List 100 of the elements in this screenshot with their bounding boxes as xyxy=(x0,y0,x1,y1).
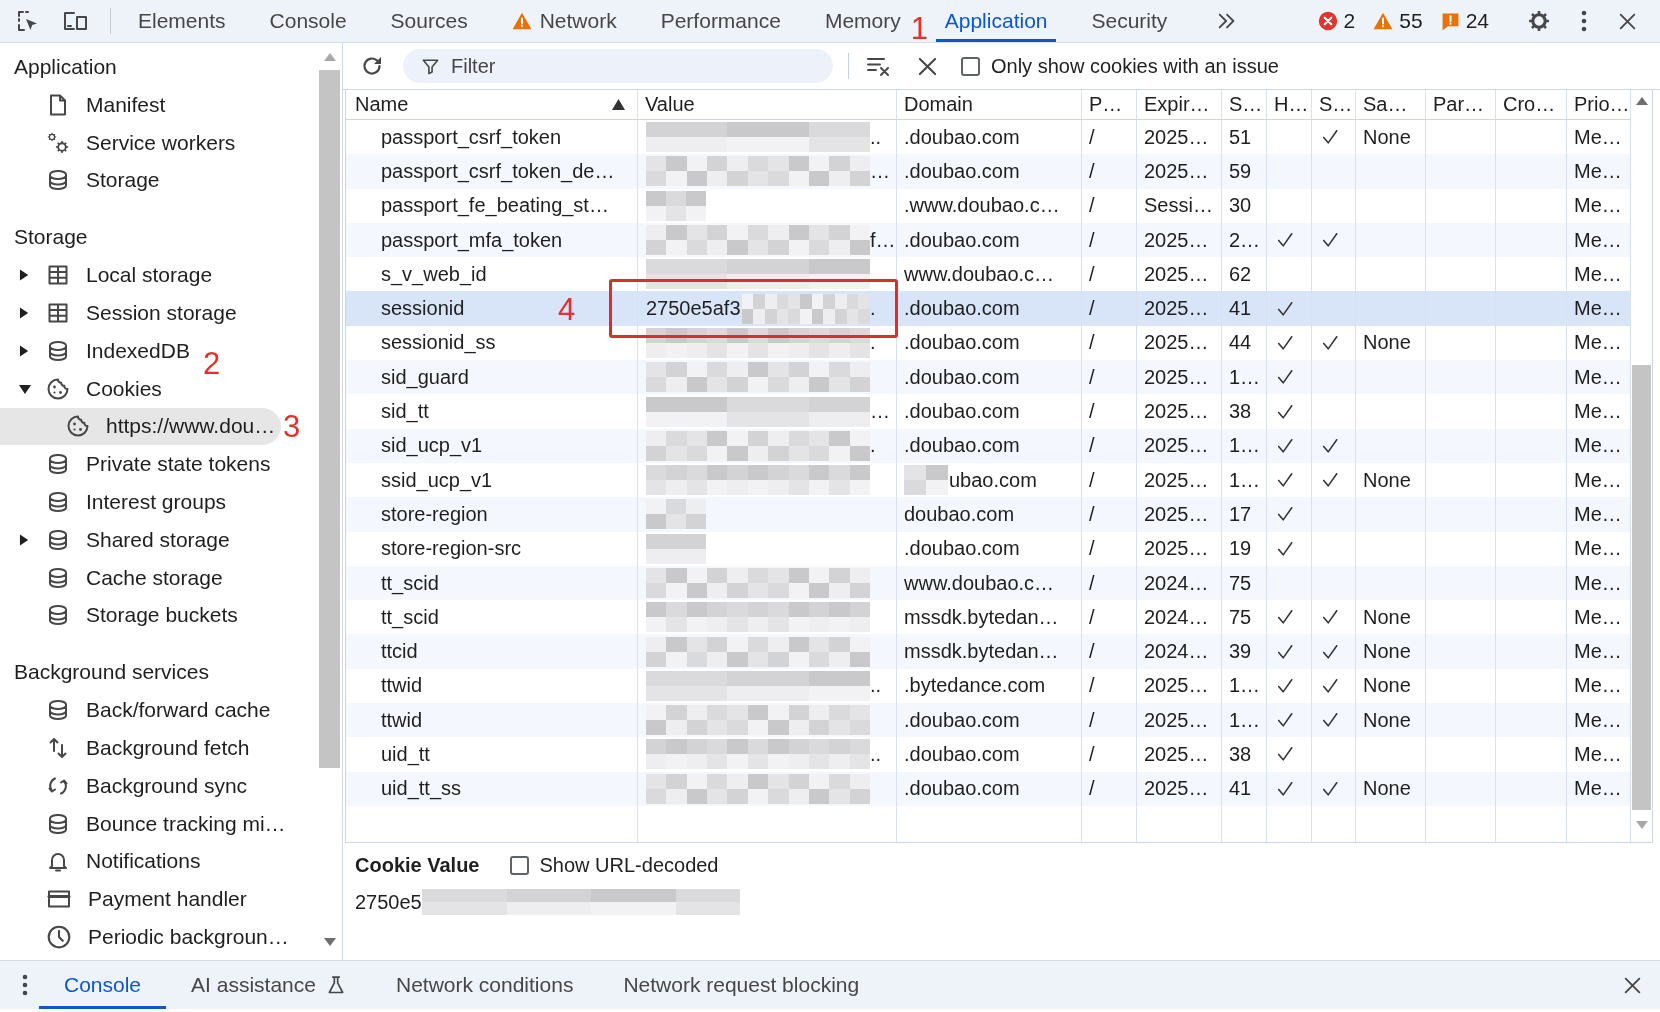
settings-icon[interactable] xyxy=(1527,9,1551,33)
table-cell: Me… xyxy=(1567,634,1631,669)
table-cell: ttwid xyxy=(381,708,423,732)
tree-item[interactable]: Payment handler xyxy=(0,880,253,919)
truncated-text: . xyxy=(870,297,877,321)
column-header[interactable]: Expir… xyxy=(1137,90,1222,119)
tree-item[interactable]: Cookies xyxy=(0,369,168,408)
drawer-tab[interactable]: Console xyxy=(39,961,167,1009)
panel-tab[interactable]: Security xyxy=(1082,0,1177,42)
tree-item[interactable]: Background sync xyxy=(0,766,254,805)
tree-item[interactable]: Interest groups xyxy=(0,483,233,521)
issue-counter[interactable]: 24 xyxy=(1440,9,1489,33)
tree-item[interactable]: Periodic backgroun… xyxy=(0,918,295,956)
issue-icon xyxy=(1440,11,1460,31)
table-cell: 19 xyxy=(1222,531,1267,566)
table-cell: 2025… xyxy=(1137,703,1222,738)
column-header[interactable]: S… xyxy=(1312,90,1356,119)
table-cell: store-region-src xyxy=(381,537,522,561)
caret-down-icon[interactable] xyxy=(19,382,31,395)
column-header[interactable]: Sa… xyxy=(1356,90,1426,119)
column-header[interactable]: Prio… xyxy=(1567,90,1631,119)
tree-item[interactable]: IndexedDB xyxy=(0,332,196,370)
table-cell: Me… xyxy=(1567,222,1631,258)
table-icon xyxy=(46,263,70,288)
table-cell: 2025… xyxy=(1137,531,1222,566)
more-icon[interactable] xyxy=(1581,10,1587,32)
table-cell: passport_csrf_token_de… xyxy=(381,159,615,183)
drawer-tab[interactable]: Network request blocking xyxy=(598,961,885,1009)
scrollbar-thumb[interactable] xyxy=(1632,365,1651,810)
checkbox-label[interactable]: Show URL-decoded xyxy=(539,853,719,877)
scroll-down-arrow-icon[interactable] xyxy=(323,938,336,946)
annotation-number: 1 xyxy=(910,13,928,44)
table-cell: Me… xyxy=(1567,360,1631,395)
close-icon[interactable] xyxy=(1624,976,1641,994)
tree-item[interactable]: Local storage xyxy=(0,256,219,295)
checkbox[interactable] xyxy=(961,56,980,76)
error-counter[interactable]: 2 xyxy=(1317,9,1356,33)
panel-tab[interactable]: Sources xyxy=(381,0,477,42)
database-icon xyxy=(46,603,70,628)
table-cell: passport_fe_beating_st… xyxy=(381,194,609,218)
table-cell: Me… xyxy=(1567,771,1631,806)
tree-item[interactable]: Storage xyxy=(0,161,166,200)
caret-right-icon[interactable] xyxy=(19,344,30,357)
column-header[interactable]: S… xyxy=(1222,90,1267,119)
truncated-text: … xyxy=(870,400,891,423)
table-cell: Me… xyxy=(1567,531,1631,566)
column-header[interactable]: Domain xyxy=(897,90,1082,119)
drawer-tab[interactable]: AI assistance xyxy=(166,961,371,1009)
table-cell: ttwid xyxy=(381,674,423,698)
close-icon[interactable] xyxy=(918,56,937,76)
table-cell: 2025… xyxy=(1137,737,1222,772)
warning-counter[interactable]: 55 xyxy=(1373,9,1423,33)
checkbox-label[interactable]: Only show cookies with an issue xyxy=(991,54,1279,78)
table-cell: sid_ucp_v1 xyxy=(381,434,483,458)
tree-item[interactable]: Shared storage xyxy=(0,520,236,559)
tree-item[interactable]: Notifications xyxy=(0,842,207,881)
pixelated-redaction xyxy=(904,465,948,496)
tree-item[interactable]: Manifest xyxy=(0,86,172,124)
panel-tab[interactable]: Network xyxy=(502,0,626,42)
refresh-icon[interactable] xyxy=(360,54,384,78)
caret-right-icon[interactable] xyxy=(19,533,30,546)
table-cell: 2025… xyxy=(1137,222,1222,258)
tree-item[interactable]: Session storage xyxy=(0,294,243,332)
tree-item[interactable]: Background fetch xyxy=(0,729,256,767)
column-header[interactable]: Value xyxy=(638,90,897,119)
checkbox[interactable] xyxy=(509,855,529,875)
column-header[interactable]: Cro… xyxy=(1496,90,1567,119)
filter-field[interactable]: Filter xyxy=(403,49,833,83)
caret-right-icon[interactable] xyxy=(19,307,30,320)
tree-item[interactable]: https://www.dou… xyxy=(0,407,282,446)
drawer-tab[interactable]: Network conditions xyxy=(370,961,599,1009)
tree-item[interactable]: Service workers xyxy=(0,123,242,162)
scroll-up-arrow-icon[interactable] xyxy=(1635,97,1648,105)
column-header[interactable]: Par… xyxy=(1426,90,1496,119)
column-header[interactable]: P… xyxy=(1082,90,1137,119)
panel-tab[interactable]: Memory xyxy=(815,0,910,42)
panel-tab[interactable]: Elements xyxy=(129,0,235,42)
tree-item[interactable]: Private state tokens xyxy=(0,445,277,484)
column-header[interactable]: Name xyxy=(346,90,638,119)
more-icon[interactable] xyxy=(22,974,28,996)
panel-tab[interactable]: Console xyxy=(260,0,356,42)
tree-item[interactable]: Cache storage xyxy=(0,558,229,597)
table-cell: Me… xyxy=(1567,154,1631,189)
close-icon[interactable] xyxy=(1619,12,1636,30)
tree-item[interactable]: Back/forward cache xyxy=(0,691,277,730)
device-toolbar-icon[interactable] xyxy=(62,9,90,33)
scrollbar-thumb[interactable] xyxy=(319,70,340,768)
tree-item[interactable]: Bounce tracking mi… xyxy=(0,804,292,843)
panel-tab[interactable]: Application xyxy=(935,0,1057,42)
table-cell: .www.doubao.c… xyxy=(897,188,1082,223)
caret-right-icon[interactable] xyxy=(19,269,30,282)
inspect-element-icon[interactable] xyxy=(16,9,40,33)
tree-item[interactable]: Storage buckets xyxy=(0,596,244,635)
annotation-number: 2 xyxy=(203,347,221,379)
table-cell: sid_guard xyxy=(381,365,469,389)
table-cell: 30 xyxy=(1222,188,1267,223)
truncated-text: .. xyxy=(870,674,883,698)
panel-tab[interactable]: Performance xyxy=(651,0,790,42)
column-header[interactable]: H… xyxy=(1267,90,1312,119)
table-cell: doubao.com xyxy=(897,497,1082,532)
